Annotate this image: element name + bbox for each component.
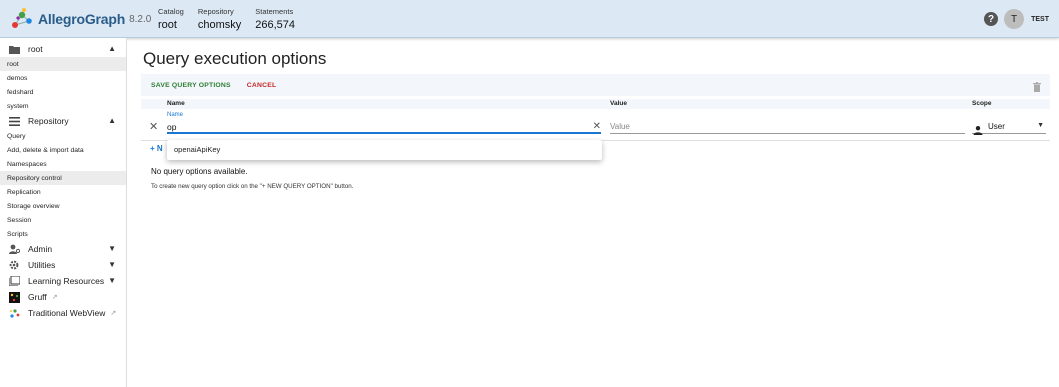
sidebar-group-admin[interactable]: Admin ▼ [0, 241, 126, 257]
column-header-name: Name [167, 100, 185, 107]
empty-state-title: No query options available. [151, 167, 248, 176]
sidebar-item-query[interactable]: Query [0, 129, 126, 143]
table-row: ✕ Name op ✕ Value User ▼ [141, 109, 1050, 141]
empty-state-hint: To create new query option click on the … [151, 183, 354, 190]
app-logo[interactable]: AllegroGraph 8.2.0 [10, 7, 158, 31]
sidebar-group-label: Admin [28, 244, 53, 254]
sidebar-group-repository[interactable]: Repository ▲ [0, 113, 126, 129]
column-header-scope: Scope [972, 100, 992, 107]
scope-value: User [988, 122, 1005, 131]
avatar[interactable]: T [1004, 9, 1025, 29]
name-field-label: Name [167, 112, 184, 118]
chevron-down-icon: ▼ [108, 276, 116, 285]
sidebar-item-scripts[interactable]: Scripts [0, 227, 126, 241]
catalog-selector[interactable]: Catalog root [158, 7, 184, 31]
folder-icon [8, 44, 20, 54]
trash-icon[interactable] [1033, 79, 1041, 92]
sidebar-item-catalog-root[interactable]: root [0, 57, 126, 71]
admin-icon [8, 244, 20, 254]
sidebar-group-label: Repository [28, 116, 69, 126]
chevron-up-icon: ▲ [108, 116, 116, 125]
sidebar-item-label: Gruff [28, 292, 47, 302]
sidebar-item-add-delete-import[interactable]: Add, delete & import data [0, 143, 126, 157]
statements-count: Statements 266,574 [255, 7, 295, 31]
cancel-button[interactable]: CANCEL [237, 82, 277, 89]
value-field[interactable]: Value [610, 112, 965, 134]
sidebar: root ▲ root demos fedshard system Reposi… [0, 38, 127, 387]
person-icon [973, 122, 983, 135]
help-icon[interactable]: ? [984, 12, 999, 26]
sidebar-item-session[interactable]: Session [0, 213, 126, 227]
clear-icon[interactable]: ✕ [593, 121, 601, 132]
options-toolbar: SAVE QUERY OPTIONS CANCEL [141, 74, 1050, 96]
app-name: AllegroGraph [38, 10, 126, 27]
sidebar-item-catalog-demos[interactable]: demos [0, 71, 126, 85]
name-input[interactable]: op [167, 122, 176, 132]
repository-label: Repository [197, 6, 234, 16]
save-query-options-button[interactable]: SAVE QUERY OPTIONS [141, 82, 231, 89]
sidebar-item-catalog-fedshard[interactable]: fedshard [0, 85, 126, 99]
sidebar-group-label: root [28, 44, 43, 54]
app-version: 8.2.0 [129, 14, 152, 25]
new-query-option-button[interactable]: + N [150, 144, 163, 153]
sidebar-group-label: Utilities [28, 260, 56, 270]
sidebar-group-learning-resources[interactable]: Learning Resources ▼ [0, 273, 126, 289]
chevron-down-icon: ▼ [108, 244, 116, 253]
sidebar-item-storage-overview[interactable]: Storage overview [0, 199, 126, 213]
main-content: Query execution options SAVE QUERY OPTIO… [131, 38, 1059, 387]
library-icon [8, 276, 20, 286]
webview-icon [8, 308, 20, 318]
sidebar-group-utilities[interactable]: Utilities ▼ [0, 257, 126, 273]
scope-select[interactable]: User ▼ [972, 112, 1046, 135]
user-name[interactable]: TEST [1031, 16, 1049, 23]
table-header: Name Value Scope [141, 99, 1050, 109]
sidebar-group-catalog[interactable]: root ▲ [0, 41, 126, 57]
sidebar-item-label: Traditional WebView [28, 308, 106, 318]
sidebar-item-traditional-webview[interactable]: Traditional WebView ↗ [0, 305, 126, 321]
name-field[interactable]: Name op ✕ [167, 112, 601, 134]
autocomplete-option[interactable]: openaiApiKey [174, 145, 220, 154]
external-link-icon: ↗ [110, 310, 117, 317]
sidebar-group-label: Learning Resources [28, 276, 105, 286]
catalog-label: Catalog [158, 6, 184, 16]
sidebar-item-namespaces[interactable]: Namespaces [0, 157, 126, 171]
repository-selector[interactable]: Repository chomsky [198, 7, 241, 31]
chevron-up-icon: ▲ [108, 44, 116, 53]
statements-label: Statements [255, 6, 294, 16]
catalog-value: root [158, 18, 177, 31]
sidebar-item-repository-control[interactable]: Repository control [0, 171, 126, 185]
allegrograph-logo-icon [10, 7, 34, 31]
app-header: AllegroGraph 8.2.0 Catalog root Reposito… [0, 0, 1059, 38]
statements-value: 266,574 [255, 18, 296, 31]
sidebar-item-gruff[interactable]: Gruff ↗ [0, 289, 126, 305]
sidebar-item-catalog-system[interactable]: system [0, 99, 126, 113]
sidebar-item-replication[interactable]: Replication [0, 185, 126, 199]
gruff-icon [8, 291, 20, 303]
chevron-down-icon: ▼ [108, 260, 116, 269]
external-link-icon: ↗ [51, 294, 58, 301]
page-title: Query execution options [143, 49, 327, 68]
autocomplete-popup: openaiApiKey [167, 140, 602, 160]
gear-icon [8, 260, 20, 270]
value-input[interactable]: Value [610, 122, 630, 131]
repository-value: chomsky [197, 18, 242, 31]
column-header-value: Value [610, 100, 627, 107]
remove-row-icon[interactable]: ✕ [149, 120, 158, 133]
menu-icon [8, 116, 20, 126]
dropdown-arrow-icon: ▼ [1037, 122, 1044, 129]
